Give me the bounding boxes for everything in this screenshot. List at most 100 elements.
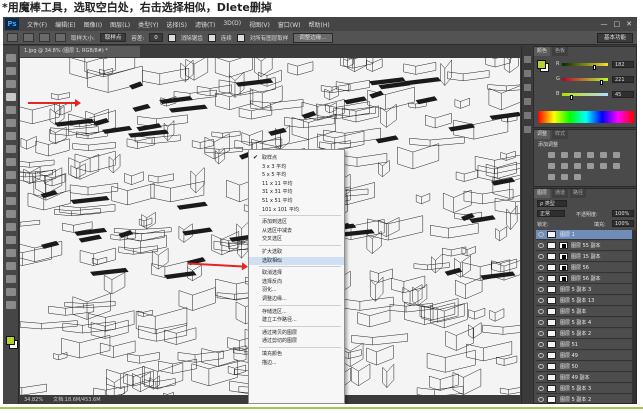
- invert-icon[interactable]: [600, 163, 607, 169]
- zoom-level[interactable]: 34.82%: [24, 397, 43, 403]
- eye-icon[interactable]: [538, 287, 544, 292]
- context-menu-item[interactable]: 羽化...: [249, 286, 344, 294]
- layer-row[interactable]: 图层 56: [536, 263, 632, 273]
- context-menu-item[interactable]: 通过拷贝的图层: [249, 329, 344, 337]
- contiguous-checkbox[interactable]: [207, 33, 216, 42]
- dodge-tool-icon[interactable]: [6, 223, 16, 231]
- eye-icon[interactable]: [538, 309, 544, 314]
- context-menu-item[interactable]: 31 x 31 平均: [249, 188, 344, 196]
- menu-item[interactable]: 类型(Y): [134, 20, 162, 29]
- context-menu-item[interactable]: 扩大选取: [249, 248, 344, 256]
- context-menu-item[interactable]: 5 x 5 平均: [249, 171, 344, 179]
- foreground-color-swatch[interactable]: [6, 336, 15, 345]
- info-icon[interactable]: [524, 98, 531, 105]
- color-balance-icon[interactable]: [548, 163, 555, 169]
- context-menu-item[interactable]: 添加到选区: [249, 218, 344, 226]
- levels-icon[interactable]: [561, 152, 568, 158]
- context-menu-item[interactable]: 101 x 101 平均: [249, 206, 344, 214]
- maximize-icon[interactable]: □: [614, 20, 621, 28]
- gradient-map-icon[interactable]: [561, 174, 568, 180]
- layer-scrollbar[interactable]: [632, 230, 636, 403]
- eye-icon[interactable]: [538, 386, 544, 391]
- gradient-tool-icon[interactable]: [6, 197, 16, 205]
- crop-tool-icon[interactable]: [6, 106, 16, 114]
- all-layers-checkbox[interactable]: [236, 33, 245, 42]
- tab-channels[interactable]: 通道: [552, 189, 569, 198]
- opacity-input[interactable]: 100%: [612, 210, 634, 217]
- antialias-checkbox[interactable]: [167, 33, 176, 42]
- layer-row[interactable]: 图层 49 副本: [536, 373, 632, 383]
- menu-item[interactable]: 窗口(W): [274, 20, 305, 29]
- actions-icon[interactable]: [524, 70, 531, 77]
- tolerance-input[interactable]: 0: [149, 33, 163, 42]
- eye-icon[interactable]: [538, 364, 544, 369]
- close-icon[interactable]: ✕: [626, 20, 632, 28]
- layer-row[interactable]: 图层 56 副本: [536, 274, 632, 284]
- eyedropper-tool-icon[interactable]: [6, 119, 16, 127]
- type-tool-icon[interactable]: [6, 249, 16, 257]
- eye-icon[interactable]: [538, 265, 544, 270]
- hand-tool-icon[interactable]: [6, 288, 16, 296]
- eye-icon[interactable]: [538, 254, 544, 259]
- path-select-icon[interactable]: [6, 262, 16, 270]
- marquee-tool-icon[interactable]: [6, 67, 16, 75]
- context-menu-item[interactable]: 调整边缘...: [249, 295, 344, 303]
- context-menu-item[interactable]: 填充颜色: [249, 350, 344, 358]
- context-menu-item[interactable]: 存储选区...: [249, 308, 344, 316]
- layer-row[interactable]: 图层 51: [536, 340, 632, 350]
- lasso-tool-icon[interactable]: [6, 80, 16, 88]
- tab-styles[interactable]: 样式: [552, 130, 569, 139]
- eye-icon[interactable]: [538, 276, 544, 281]
- tab-swatches[interactable]: 色板: [552, 47, 569, 56]
- new-selection-icon[interactable]: [23, 33, 34, 42]
- layer-row[interactable]: 图层 5 副本 3: [536, 384, 632, 394]
- threshold-icon[interactable]: [548, 174, 555, 180]
- exposure-icon[interactable]: [587, 152, 594, 158]
- eye-icon[interactable]: [538, 232, 544, 237]
- context-menu-item[interactable]: 选取相似: [249, 256, 344, 265]
- tab-layers[interactable]: 图层: [534, 189, 551, 198]
- magic-wand-preset-icon[interactable]: [7, 33, 18, 42]
- context-menu-item[interactable]: 通过剪切的图层: [249, 337, 344, 345]
- eye-icon[interactable]: [538, 353, 544, 358]
- brush-presets-icon[interactable]: [524, 112, 531, 119]
- history-icon[interactable]: [524, 56, 531, 63]
- curves-icon[interactable]: [574, 152, 581, 158]
- layer-row[interactable]: 图层 5 副本 3: [536, 285, 632, 295]
- channel-slider-knob[interactable]: [570, 95, 573, 100]
- menu-item[interactable]: 编辑(E): [51, 20, 79, 29]
- context-menu-item[interactable]: 建立工作路径...: [249, 316, 344, 324]
- eye-icon[interactable]: [538, 342, 544, 347]
- selective-color-icon[interactable]: [574, 174, 581, 180]
- pen-tool-icon[interactable]: [6, 236, 16, 244]
- hue-sat-icon[interactable]: [613, 152, 620, 158]
- brush-tool-icon[interactable]: [6, 145, 16, 153]
- vibrance-icon[interactable]: [600, 152, 607, 158]
- channel-slider-knob[interactable]: [600, 80, 603, 85]
- stamp-tool-icon[interactable]: [6, 158, 16, 166]
- refine-edge-button[interactable]: 调整边缘...: [293, 32, 333, 43]
- context-menu-item[interactable]: 交叉选区: [249, 235, 344, 243]
- layer-row[interactable]: 图层 5 副本 2: [536, 395, 632, 403]
- layer-row[interactable]: 图层 15 副本: [536, 252, 632, 262]
- color-spectrum[interactable]: [538, 111, 634, 123]
- character-icon[interactable]: [524, 126, 531, 133]
- layer-filter-select[interactable]: ρ 类型: [537, 200, 567, 207]
- menu-item[interactable]: 视图(V): [245, 20, 274, 29]
- menu-item[interactable]: 滤镜(T): [191, 20, 219, 29]
- tab-color[interactable]: 颜色: [534, 47, 551, 56]
- document-tab[interactable]: 1.jpg @ 34.8% (图层 1, RGB/8#) *: [20, 46, 140, 57]
- tab-paths[interactable]: 路径: [570, 189, 587, 198]
- menu-item[interactable]: 图层(L): [106, 20, 134, 29]
- move-tool-icon[interactable]: [6, 54, 16, 62]
- channel-slider[interactable]: [562, 93, 608, 96]
- zoom-tool-icon[interactable]: [6, 301, 16, 309]
- context-menu-item[interactable]: 取样点: [249, 154, 344, 162]
- layer-row[interactable]: 图层 1: [536, 230, 632, 240]
- channel-slider-knob[interactable]: [593, 65, 596, 70]
- eye-icon[interactable]: [538, 298, 544, 303]
- layer-row[interactable]: 图层 5 副本 2: [536, 329, 632, 339]
- magic-wand-tool-icon[interactable]: [6, 93, 16, 101]
- layer-row[interactable]: 图层 55 副本: [536, 241, 632, 251]
- brightness-icon[interactable]: [548, 152, 555, 158]
